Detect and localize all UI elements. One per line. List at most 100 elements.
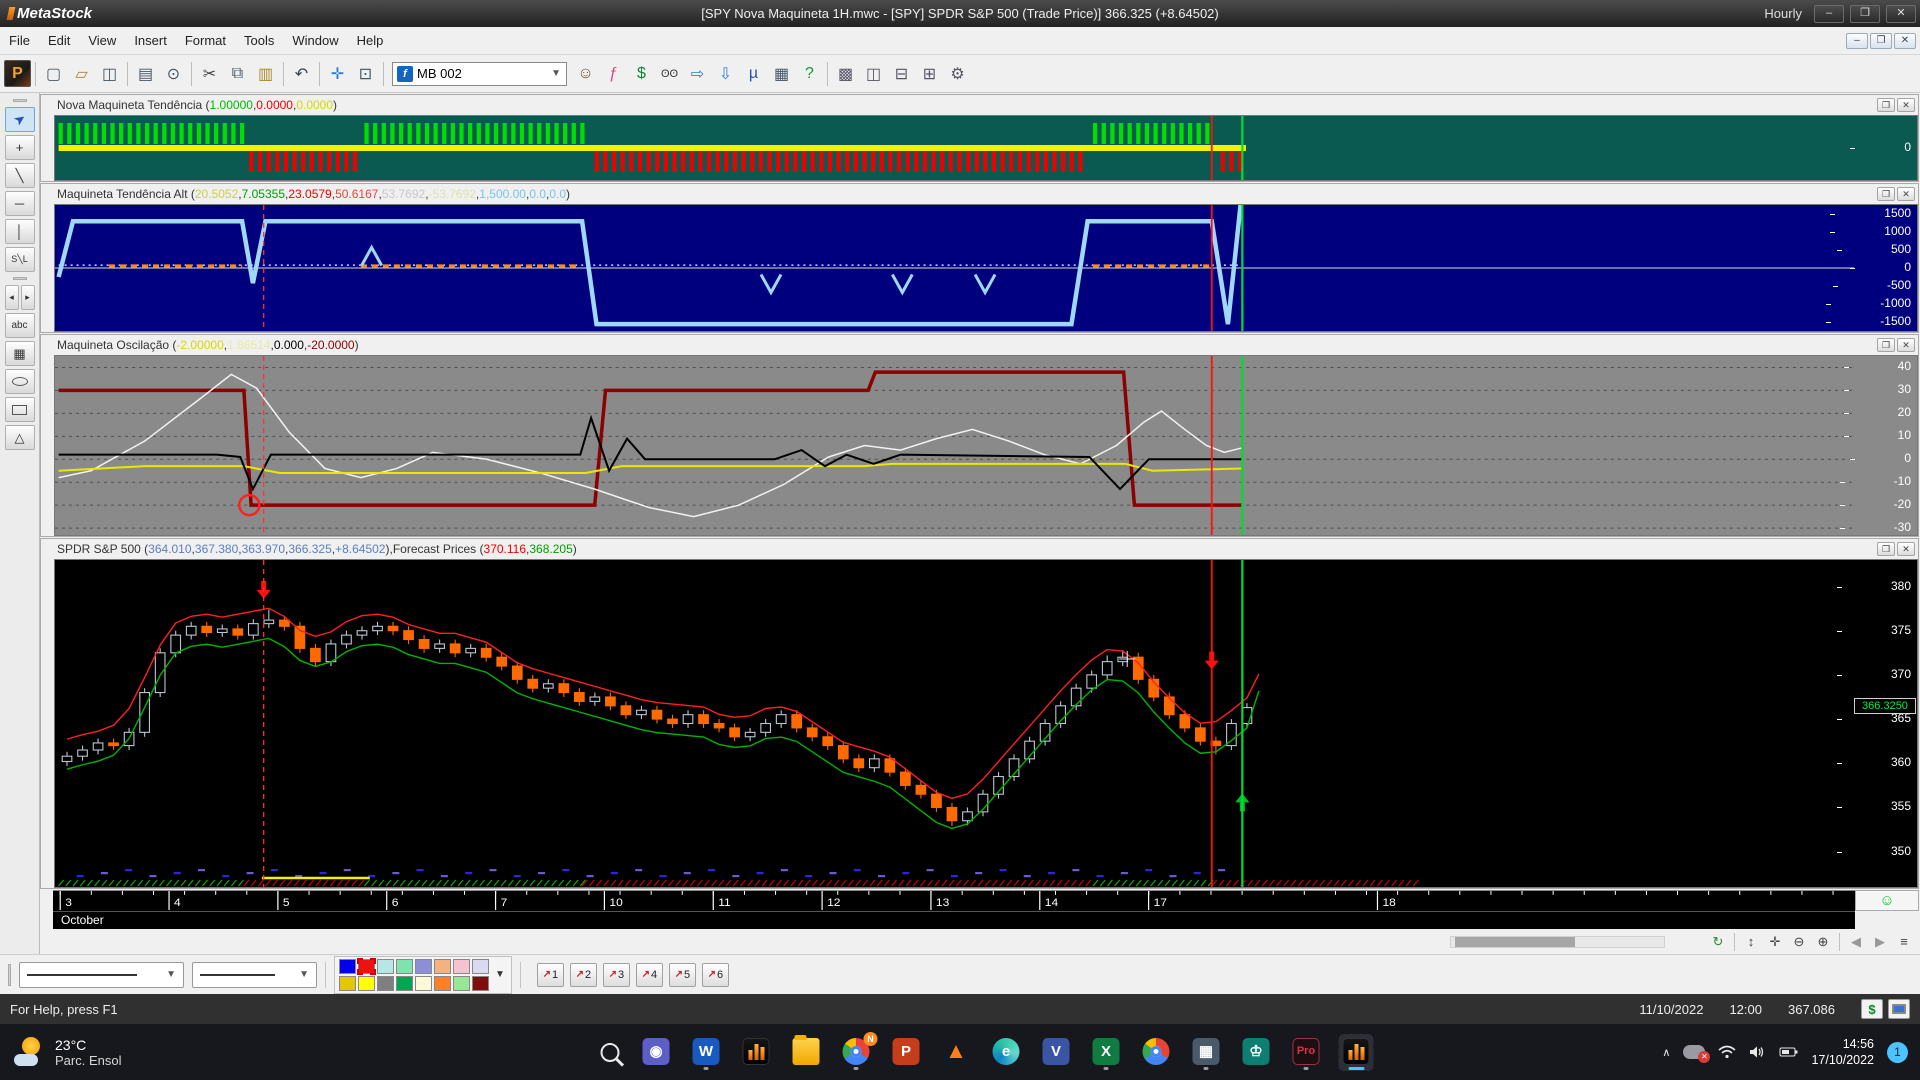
tray-chevron-icon[interactable]: ∧ xyxy=(1662,1046,1670,1059)
panel-restore-button[interactable]: ❐ xyxy=(1877,542,1895,556)
crosshair-pointer-icon[interactable]: ✛ xyxy=(324,60,351,87)
panel-restore-button[interactable]: ❐ xyxy=(1877,187,1895,201)
panel-title-1[interactable]: Maquineta Tendência Alt (20.5052, 7.0535… xyxy=(41,184,1918,204)
trend-template-button-1[interactable]: ↗ 1 xyxy=(536,962,564,987)
horizontal-line-tool[interactable]: ─ xyxy=(4,191,35,216)
color-swatch-00a651[interactable] xyxy=(396,975,413,991)
chat-app[interactable]: ◉ xyxy=(639,1034,674,1071)
word-app[interactable]: W xyxy=(689,1034,724,1071)
menu-tools[interactable]: Tools xyxy=(235,28,283,53)
explorer-tool-icon[interactable]: ʘʘ xyxy=(656,60,683,87)
scroll-next-button[interactable]: ▶ xyxy=(1869,932,1891,952)
new-chart-icon[interactable]: ▢ xyxy=(40,60,67,87)
panel-close-button[interactable]: ✕ xyxy=(1897,98,1915,112)
scale-trend-ribbon[interactable]: 0 xyxy=(1850,115,1918,181)
refresh-button[interactable]: ↻ xyxy=(1707,932,1729,952)
chart-options-icon[interactable]: ⚙ xyxy=(944,60,971,87)
scrollbar-thumb[interactable] xyxy=(1455,936,1575,947)
scale-oscilacao[interactable]: 40 30 20 10 0 -10 -20 -30 xyxy=(1839,355,1918,536)
panel-title-0[interactable]: Nova Maquineta Tendência (1.00000, 0.000… xyxy=(41,95,1918,115)
indicator-builder-icon[interactable]: ƒ xyxy=(600,60,627,87)
horizontal-scrollbar[interactable] xyxy=(1450,935,1665,948)
palette-grip[interactable] xyxy=(12,99,27,102)
color-swatch-99e699[interactable] xyxy=(453,975,470,991)
color-swatch-f2b380[interactable] xyxy=(434,958,451,974)
menu-format[interactable]: Format xyxy=(176,28,235,53)
crosshair-tool[interactable]: + xyxy=(4,135,35,160)
menu-file[interactable]: File xyxy=(0,28,39,53)
scroll-left-button[interactable]: ◂ xyxy=(4,285,19,310)
panel-title-2[interactable]: Maquineta Oscilação (-2.00000, 1.86514, … xyxy=(41,335,1918,355)
forecaster-icon[interactable]: ⇨ xyxy=(684,60,711,87)
color-swatch-0000ee[interactable] xyxy=(339,958,356,974)
notification-badge[interactable]: 1 xyxy=(1887,1041,1908,1063)
excel-app[interactable]: X xyxy=(1089,1034,1124,1071)
scroll-prev-button[interactable]: ◀ xyxy=(1845,932,1867,952)
rectangle-tool[interactable] xyxy=(4,397,35,422)
help-pointer-icon[interactable]: ? xyxy=(796,60,823,87)
zoom-out-button[interactable]: ⊖ xyxy=(1788,932,1810,952)
cut-icon[interactable]: ✂ xyxy=(196,60,223,87)
menu-window[interactable]: Window xyxy=(283,28,347,53)
tile-horizontal-icon[interactable]: ⊟ xyxy=(888,60,915,87)
vlc-app[interactable]: ▲ xyxy=(939,1034,974,1071)
panel-restore-button[interactable]: ❐ xyxy=(1877,338,1895,352)
toolbar-grip[interactable] xyxy=(8,963,11,986)
menu-help[interactable]: Help xyxy=(348,28,393,53)
monitor-icon[interactable] xyxy=(1888,999,1910,1019)
scale-tendencia-alt[interactable]: 1500 1000 500 0 -500 -1000 -1500 xyxy=(1826,204,1918,332)
line-style-select[interactable]: ▼ xyxy=(19,961,184,988)
pro-app[interactable]: Pro xyxy=(1289,1034,1324,1071)
color-swatch-ff7f27[interactable] xyxy=(434,975,451,991)
pointer-tool[interactable]: ➤ xyxy=(4,107,35,132)
grid-tool[interactable]: ▦ xyxy=(4,341,35,366)
print-preview-icon[interactable]: ⊙ xyxy=(160,60,187,87)
plot-trend-ribbon[interactable] xyxy=(54,115,1854,181)
color-swatch-8e8ed6[interactable] xyxy=(415,958,432,974)
ellipse-tool[interactable] xyxy=(4,369,35,394)
color-swatch-7fe3b0[interactable] xyxy=(396,958,413,974)
zoom-select-icon[interactable]: ⊡ xyxy=(352,60,379,87)
plot-oscilacao[interactable] xyxy=(54,355,1854,536)
plot-price-candles[interactable] xyxy=(54,559,1854,888)
palette-dropdown-arrow[interactable]: ▼ xyxy=(493,969,507,980)
report-preview-icon[interactable]: ▦ xyxy=(768,60,795,87)
triangle-tool[interactable]: △ xyxy=(4,425,35,450)
onedrive-error-icon[interactable] xyxy=(1683,1045,1711,1063)
panel-title-3[interactable]: SPDR S&P 500 (364.010, 367.380, 363.970,… xyxy=(41,539,1918,559)
copy-icon[interactable]: ⧉ xyxy=(224,60,251,87)
file-explorer-app[interactable] xyxy=(789,1034,824,1071)
system-tester-icon[interactable]: $ xyxy=(628,60,655,87)
chess-app[interactable]: ♔ xyxy=(1239,1034,1274,1071)
start-button[interactable] xyxy=(547,1034,582,1071)
cascade-windows-icon[interactable]: ▩ xyxy=(832,60,859,87)
color-swatch-ee1111[interactable] xyxy=(357,957,376,975)
color-swatch-b7e7e4[interactable] xyxy=(377,958,394,974)
palette-grip[interactable] xyxy=(12,277,27,280)
color-swatch-fdf8d8[interactable] xyxy=(415,975,432,991)
line-weight-select[interactable]: ▼ xyxy=(192,961,317,988)
text-tool[interactable]: abc xyxy=(4,313,35,338)
visio-app[interactable]: V xyxy=(1039,1034,1074,1071)
minimize-button[interactable]: – xyxy=(1814,4,1844,23)
trend-template-button-4[interactable]: ↗ 4 xyxy=(635,962,663,987)
money-indicator-icon[interactable]: $ xyxy=(1861,999,1883,1019)
powerpoint-app[interactable]: P xyxy=(889,1034,924,1071)
child-minimize-button[interactable]: – xyxy=(1846,32,1868,49)
color-swatch-7f7f7f[interactable] xyxy=(377,975,394,991)
trend-template-button-2[interactable]: ↗ 2 xyxy=(569,962,597,987)
panel-close-button[interactable]: ✕ xyxy=(1897,338,1915,352)
paste-icon[interactable]: ▥ xyxy=(252,60,279,87)
tile-quad-icon[interactable]: ⊞ xyxy=(916,60,943,87)
scale-price[interactable]: 366.3250 380 375 370 365 360 355 350 xyxy=(1836,559,1918,888)
open-chart-icon[interactable]: ▱ xyxy=(68,60,95,87)
trendline-tool[interactable]: ╲ xyxy=(4,163,35,188)
restore-button[interactable]: ❐ xyxy=(1850,4,1880,23)
print-icon[interactable]: ▤ xyxy=(132,60,159,87)
trend-template-button-5[interactable]: ↗ 5 xyxy=(668,962,696,987)
downloader-icon[interactable]: ⇩ xyxy=(712,60,739,87)
color-swatch-7d0f0f[interactable] xyxy=(472,975,489,991)
edge-app[interactable]: e xyxy=(989,1034,1024,1071)
plot-tendencia-alt[interactable] xyxy=(54,204,1854,332)
panel-close-button[interactable]: ✕ xyxy=(1897,187,1915,201)
